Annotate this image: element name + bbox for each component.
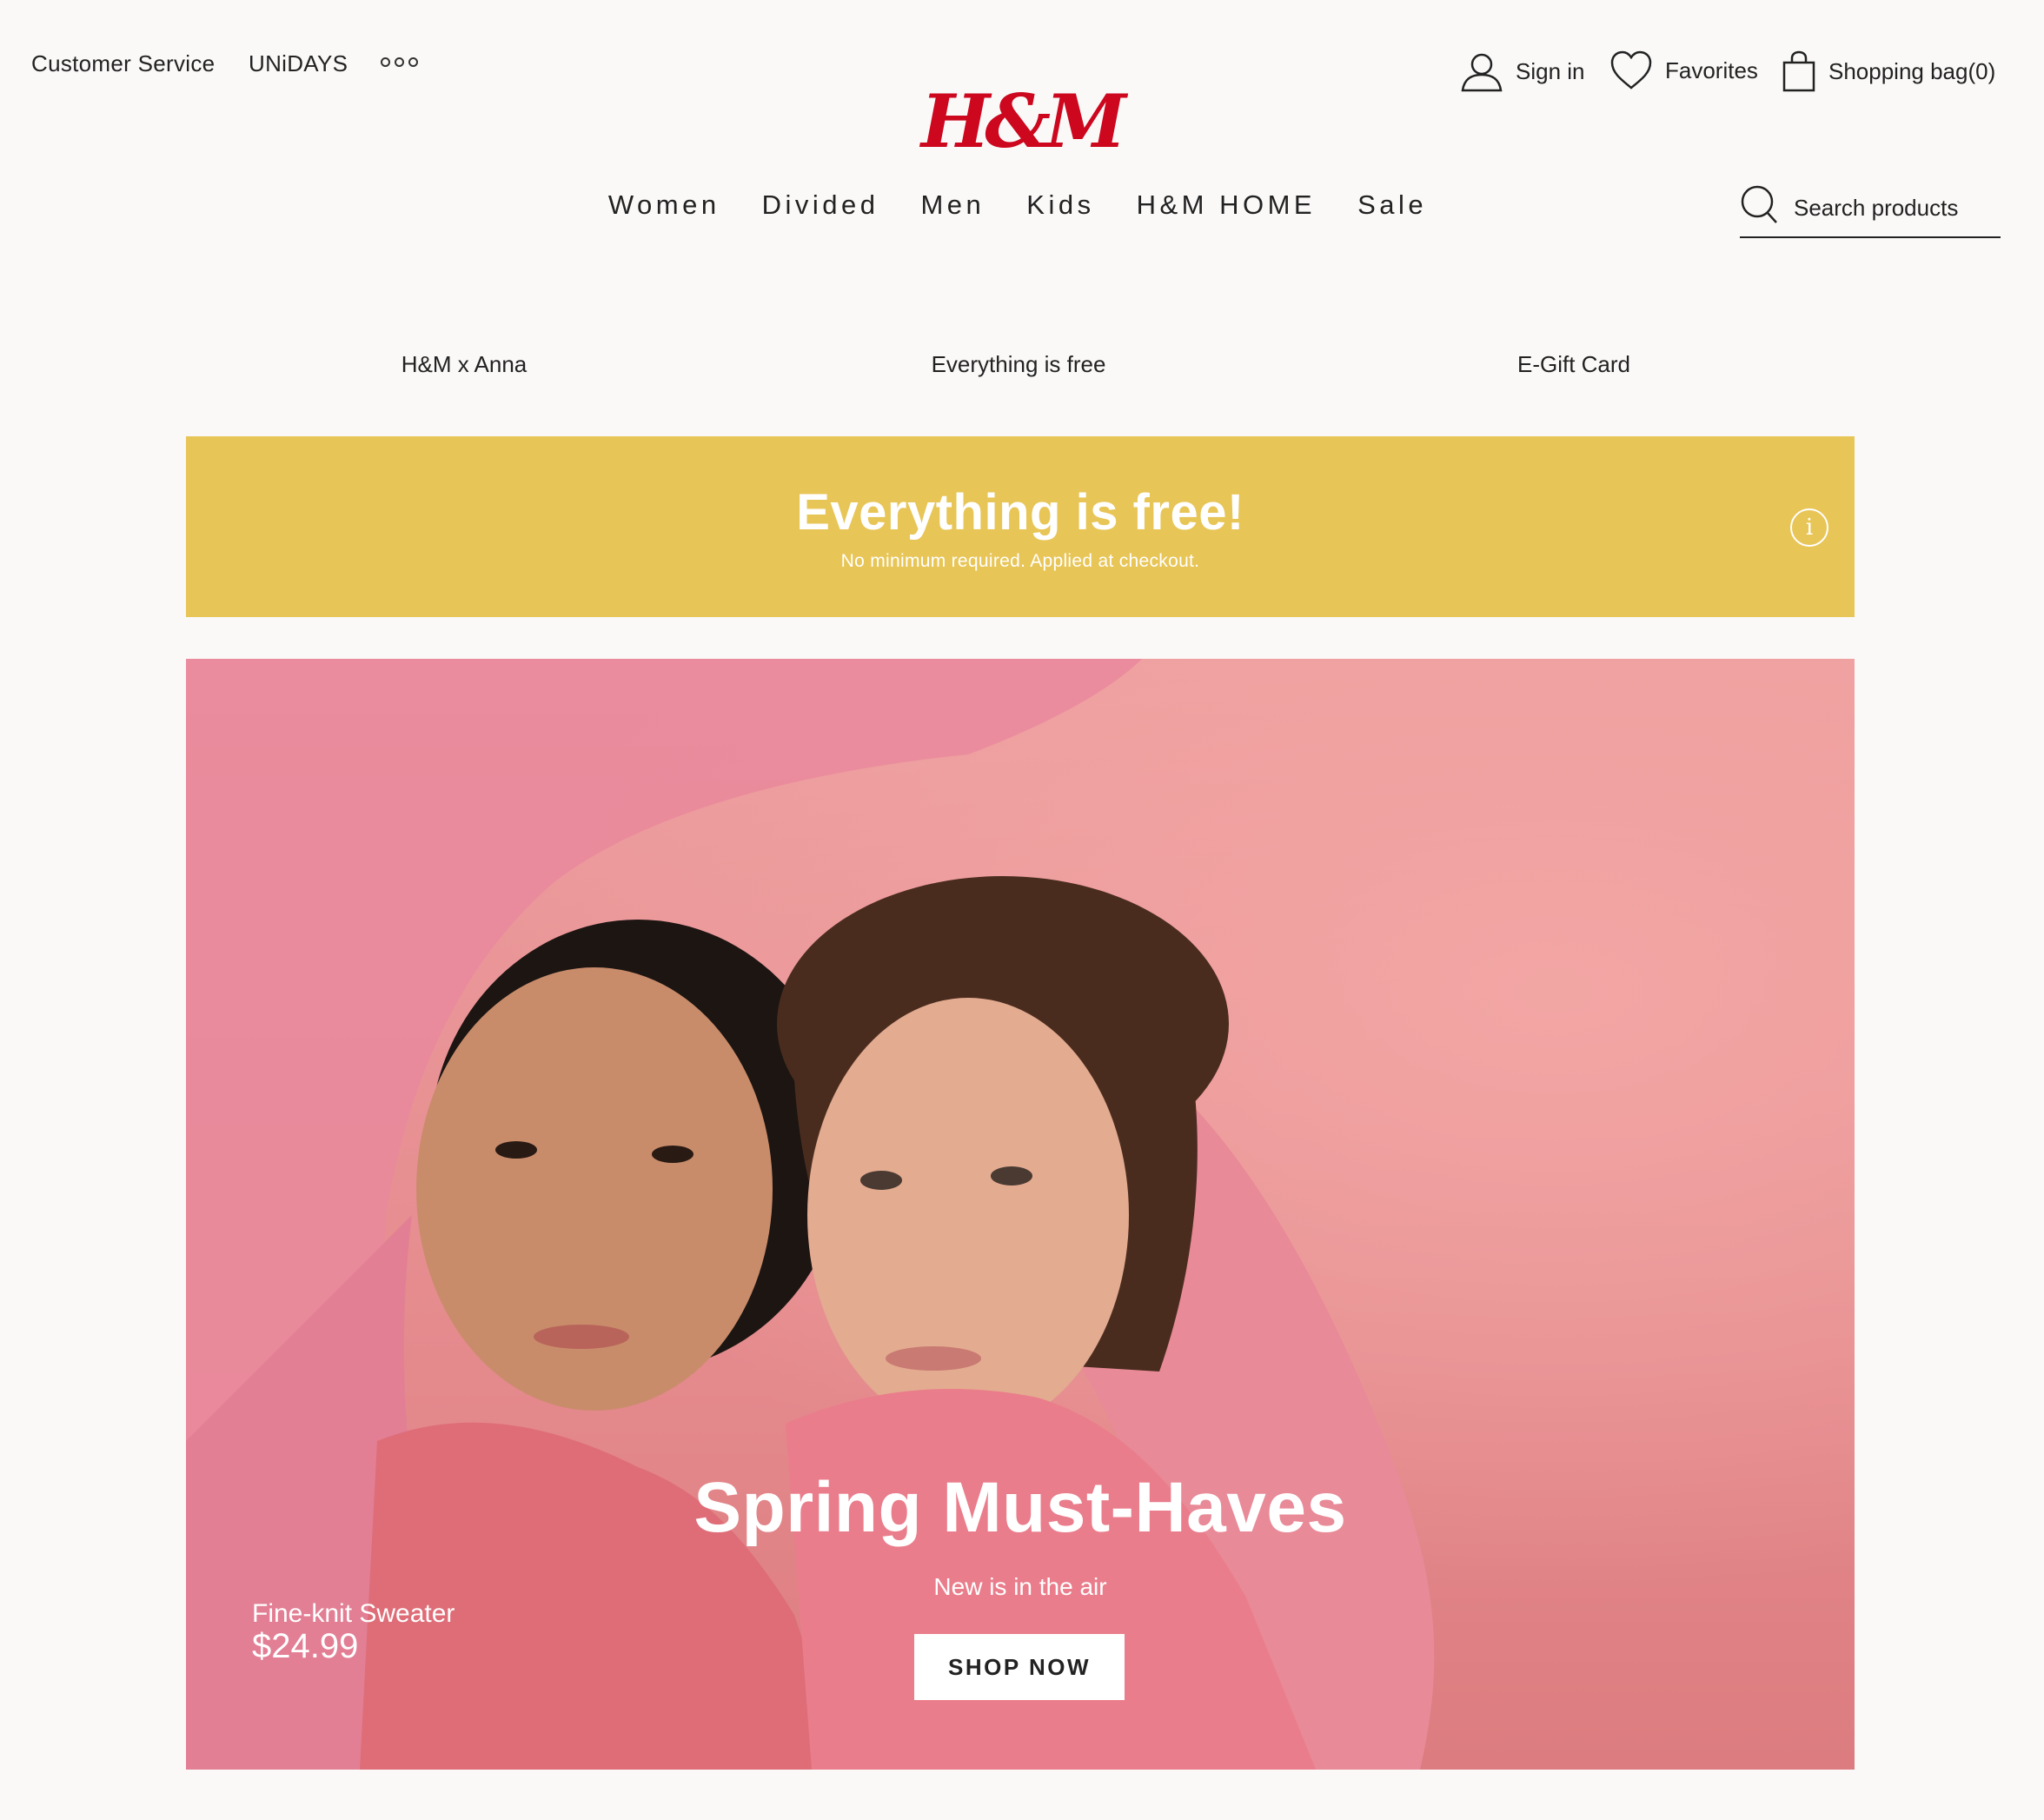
promo-title: Everything is free!	[796, 484, 1244, 541]
main-nav: Women Divided Men Kids H&M HOME Sale	[0, 189, 2044, 221]
promo-subtitle: No minimum required. Applied at checkout…	[840, 551, 1200, 571]
sign-in-label: Sign in	[1516, 57, 1585, 84]
user-icon	[1461, 53, 1503, 92]
subnav-e-gift-card[interactable]: E-Gift Card	[1517, 351, 1630, 378]
search-placeholder: Search products	[1794, 195, 1959, 221]
nav-divided[interactable]: Divided	[762, 189, 879, 221]
nav-kids[interactable]: Kids	[1026, 189, 1094, 221]
favorites-link[interactable]: Favorites	[1609, 50, 1758, 90]
unidays-link[interactable]: UNiDAYS	[249, 50, 348, 77]
customer-service-link[interactable]: Customer Service	[31, 50, 215, 77]
search-input[interactable]: Search products	[1740, 184, 2001, 238]
hero-subtitle: New is in the air	[933, 1573, 1107, 1600]
product-price: $24.99	[252, 1627, 359, 1665]
nav-sale[interactable]: Sale	[1357, 189, 1427, 221]
nav-men[interactable]: Men	[920, 189, 985, 221]
shopping-bag-link[interactable]: Shopping bag(0)	[1782, 50, 1995, 92]
shopping-bag-label: Shopping bag(0)	[1828, 57, 1996, 84]
shop-now-button[interactable]: SHOP NOW	[914, 1634, 1125, 1700]
nav-women[interactable]: Women	[608, 189, 720, 221]
more-dots-icon[interactable]	[381, 57, 418, 67]
favorites-label: Favorites	[1665, 56, 1758, 83]
product-name[interactable]: Fine-knit Sweater	[252, 1599, 455, 1629]
search-icon[interactable]	[1740, 184, 1778, 224]
info-icon[interactable]: i	[1790, 508, 1828, 547]
heart-icon	[1610, 50, 1652, 90]
hero-banner[interactable]: Spring Must-Haves New is in the air SHOP…	[186, 659, 1855, 1770]
logo-wordmark[interactable]: H&M	[921, 73, 1126, 169]
subnav-everything-is-free[interactable]: Everything is free	[932, 351, 1106, 378]
logo-text: H&M	[920, 77, 1126, 164]
promo-banner[interactable]: Everything is free! No minimum required.…	[186, 436, 1855, 617]
nav-hm-home[interactable]: H&M HOME	[1137, 189, 1317, 221]
subnav-hm-x-anna[interactable]: H&M x Anna	[402, 351, 528, 378]
sign-in-link[interactable]: Sign in	[1460, 50, 1585, 92]
shopping-bag-icon	[1782, 50, 1815, 92]
hero-title: Spring Must-Haves	[694, 1468, 1347, 1547]
